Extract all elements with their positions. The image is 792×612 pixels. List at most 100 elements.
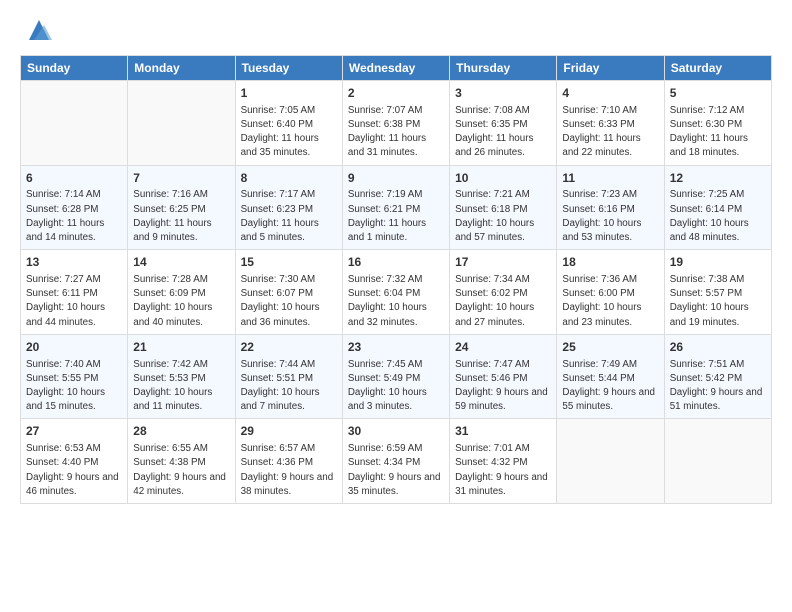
day-info: Sunrise: 7:16 AM Sunset: 6:25 PM Dayligh… bbox=[133, 188, 229, 245]
calendar-cell: 3Sunrise: 7:08 AM Sunset: 6:35 PM Daylig… bbox=[450, 81, 557, 166]
calendar-cell bbox=[664, 419, 771, 504]
day-info: Sunrise: 7:34 AM Sunset: 6:02 PM Dayligh… bbox=[455, 273, 551, 330]
day-info: Sunrise: 6:57 AM Sunset: 4:36 PM Dayligh… bbox=[241, 442, 337, 499]
calendar-header-tuesday: Tuesday bbox=[235, 56, 342, 81]
calendar-row-5: 27 Sunrise: 6:53 AM Sunset: 4:40 PM Dayli… bbox=[21, 419, 772, 504]
day-number: 19 bbox=[670, 254, 766, 271]
day-info: Sunrise: 7:17 AM Sunset: 6:23 PM Dayligh… bbox=[241, 188, 337, 245]
day-info: Sunrise: 7:30 AM Sunset: 6:07 PM Dayligh… bbox=[241, 273, 337, 330]
calendar-cell: 2 Sunrise: 7:07 AM Sunset: 6:38 PM Daylig… bbox=[342, 81, 449, 166]
calendar-header-sunday: Sunday bbox=[21, 56, 128, 81]
day-number: 9 bbox=[348, 170, 444, 187]
day-info: Sunrise: 7:49 AM Sunset: 5:44 PM Dayligh… bbox=[562, 358, 658, 415]
day-info: Sunrise: 7:51 AM Sunset: 5:42 PM Dayligh… bbox=[670, 358, 766, 415]
day-info: Sunrise: 7:14 AM Sunset: 6:28 PM Dayligh… bbox=[26, 188, 122, 245]
day-info: Sunrise: 7:19 AM Sunset: 6:21 PM Dayligh… bbox=[348, 188, 444, 245]
calendar-cell: 8Sunrise: 7:17 AM Sunset: 6:23 PM Daylig… bbox=[235, 165, 342, 250]
header bbox=[20, 15, 772, 45]
day-number: 1 bbox=[241, 85, 337, 102]
day-number: 27 bbox=[26, 423, 122, 440]
calendar-cell: 10Sunrise: 7:21 AM Sunset: 6:18 PM Dayli… bbox=[450, 165, 557, 250]
day-info: Sunrise: 7:21 AM Sunset: 6:18 PM Dayligh… bbox=[455, 188, 551, 245]
day-info: Sunrise: 7:42 AM Sunset: 5:53 PM Dayligh… bbox=[133, 358, 229, 415]
day-number: 10 bbox=[455, 170, 551, 187]
day-info: Sunrise: 7:28 AM Sunset: 6:09 PM Dayligh… bbox=[133, 273, 229, 330]
day-info: Sunrise: 7:32 AM Sunset: 6:04 PM Dayligh… bbox=[348, 273, 444, 330]
day-number: 3 bbox=[455, 85, 551, 102]
calendar-cell: 19 Sunrise: 7:38 AM Sunset: 5:57 PM Dayli… bbox=[664, 250, 771, 335]
day-info: Sunrise: 7:47 AM Sunset: 5:46 PM Dayligh… bbox=[455, 358, 551, 415]
day-info: Sunrise: 7:07 AM Sunset: 6:38 PM Dayligh… bbox=[348, 104, 444, 161]
day-number: 21 bbox=[133, 339, 229, 356]
calendar-row-2: 6Sunrise: 7:14 AM Sunset: 6:28 PM Daylig… bbox=[21, 165, 772, 250]
calendar-cell: 25 Sunrise: 7:49 AM Sunset: 5:44 PM Dayli… bbox=[557, 334, 664, 419]
day-number: 23 bbox=[348, 339, 444, 356]
calendar-cell: 17 Sunrise: 7:34 AM Sunset: 6:02 PM Dayli… bbox=[450, 250, 557, 335]
day-number: 7 bbox=[133, 170, 229, 187]
calendar-header-monday: Monday bbox=[128, 56, 235, 81]
calendar-cell bbox=[128, 81, 235, 166]
day-number: 14 bbox=[133, 254, 229, 271]
calendar-cell: 31Sunrise: 7:01 AM Sunset: 4:32 PM Dayli… bbox=[450, 419, 557, 504]
day-info: Sunrise: 7:38 AM Sunset: 5:57 PM Dayligh… bbox=[670, 273, 766, 330]
calendar-cell: 11Sunrise: 7:23 AM Sunset: 6:16 PM Dayli… bbox=[557, 165, 664, 250]
calendar-cell: 13 Sunrise: 7:27 AM Sunset: 6:11 PM Dayli… bbox=[21, 250, 128, 335]
day-info: Sunrise: 7:40 AM Sunset: 5:55 PM Dayligh… bbox=[26, 358, 122, 415]
calendar-cell: 24 Sunrise: 7:47 AM Sunset: 5:46 PM Dayli… bbox=[450, 334, 557, 419]
calendar-cell: 29 Sunrise: 6:57 AM Sunset: 4:36 PM Dayli… bbox=[235, 419, 342, 504]
day-number: 17 bbox=[455, 254, 551, 271]
calendar-header-wednesday: Wednesday bbox=[342, 56, 449, 81]
calendar-cell: 7Sunrise: 7:16 AM Sunset: 6:25 PM Daylig… bbox=[128, 165, 235, 250]
calendar-row-4: 20Sunrise: 7:40 AM Sunset: 5:55 PM Dayli… bbox=[21, 334, 772, 419]
page: SundayMondayTuesdayWednesdayThursdayFrid… bbox=[0, 0, 792, 612]
calendar-cell: 4 Sunrise: 7:10 AM Sunset: 6:33 PM Daylig… bbox=[557, 81, 664, 166]
day-number: 2 bbox=[348, 85, 444, 102]
day-info: Sunrise: 7:45 AM Sunset: 5:49 PM Dayligh… bbox=[348, 358, 444, 415]
day-number: 15 bbox=[241, 254, 337, 271]
calendar-cell: 16 Sunrise: 7:32 AM Sunset: 6:04 PM Dayli… bbox=[342, 250, 449, 335]
day-number: 30 bbox=[348, 423, 444, 440]
day-info: Sunrise: 6:59 AM Sunset: 4:34 PM Dayligh… bbox=[348, 442, 444, 499]
day-info: Sunrise: 7:27 AM Sunset: 6:11 PM Dayligh… bbox=[26, 273, 122, 330]
calendar-cell: 30 Sunrise: 6:59 AM Sunset: 4:34 PM Dayli… bbox=[342, 419, 449, 504]
calendar-cell: 9Sunrise: 7:19 AM Sunset: 6:21 PM Daylig… bbox=[342, 165, 449, 250]
day-number: 25 bbox=[562, 339, 658, 356]
calendar-cell: 23 Sunrise: 7:45 AM Sunset: 5:49 PM Dayli… bbox=[342, 334, 449, 419]
day-number: 26 bbox=[670, 339, 766, 356]
day-info: Sunrise: 7:25 AM Sunset: 6:14 PM Dayligh… bbox=[670, 188, 766, 245]
day-number: 22 bbox=[241, 339, 337, 356]
calendar-cell bbox=[557, 419, 664, 504]
calendar-cell: 28 Sunrise: 6:55 AM Sunset: 4:38 PM Dayli… bbox=[128, 419, 235, 504]
calendar-header-thursday: Thursday bbox=[450, 56, 557, 81]
day-number: 16 bbox=[348, 254, 444, 271]
calendar-cell: 6Sunrise: 7:14 AM Sunset: 6:28 PM Daylig… bbox=[21, 165, 128, 250]
day-number: 29 bbox=[241, 423, 337, 440]
calendar-cell bbox=[21, 81, 128, 166]
day-number: 24 bbox=[455, 339, 551, 356]
day-info: Sunrise: 6:53 AM Sunset: 4:40 PM Dayligh… bbox=[26, 442, 122, 499]
calendar-header-saturday: Saturday bbox=[664, 56, 771, 81]
day-number: 6 bbox=[26, 170, 122, 187]
day-number: 28 bbox=[133, 423, 229, 440]
day-info: Sunrise: 7:23 AM Sunset: 6:16 PM Dayligh… bbox=[562, 188, 658, 245]
day-number: 11 bbox=[562, 170, 658, 187]
day-number: 13 bbox=[26, 254, 122, 271]
calendar-cell: 21 Sunrise: 7:42 AM Sunset: 5:53 PM Dayli… bbox=[128, 334, 235, 419]
calendar-cell: 26 Sunrise: 7:51 AM Sunset: 5:42 PM Dayli… bbox=[664, 334, 771, 419]
calendar-cell: 20Sunrise: 7:40 AM Sunset: 5:55 PM Dayli… bbox=[21, 334, 128, 419]
day-info: Sunrise: 7:10 AM Sunset: 6:33 PM Dayligh… bbox=[562, 104, 658, 161]
logo-icon bbox=[24, 15, 54, 45]
day-info: Sunrise: 7:12 AM Sunset: 6:30 PM Dayligh… bbox=[670, 104, 766, 161]
day-number: 5 bbox=[670, 85, 766, 102]
calendar-cell: 14 Sunrise: 7:28 AM Sunset: 6:09 PM Dayli… bbox=[128, 250, 235, 335]
calendar-row-3: 13 Sunrise: 7:27 AM Sunset: 6:11 PM Dayli… bbox=[21, 250, 772, 335]
calendar-row-1: 1Sunrise: 7:05 AM Sunset: 6:40 PM Daylig… bbox=[21, 81, 772, 166]
day-number: 4 bbox=[562, 85, 658, 102]
day-number: 31 bbox=[455, 423, 551, 440]
calendar-table: SundayMondayTuesdayWednesdayThursdayFrid… bbox=[20, 55, 772, 504]
day-info: Sunrise: 7:44 AM Sunset: 5:51 PM Dayligh… bbox=[241, 358, 337, 415]
day-info: Sunrise: 6:55 AM Sunset: 4:38 PM Dayligh… bbox=[133, 442, 229, 499]
calendar-cell: 5 Sunrise: 7:12 AM Sunset: 6:30 PM Daylig… bbox=[664, 81, 771, 166]
day-number: 18 bbox=[562, 254, 658, 271]
calendar-cell: 27 Sunrise: 6:53 AM Sunset: 4:40 PM Dayli… bbox=[21, 419, 128, 504]
